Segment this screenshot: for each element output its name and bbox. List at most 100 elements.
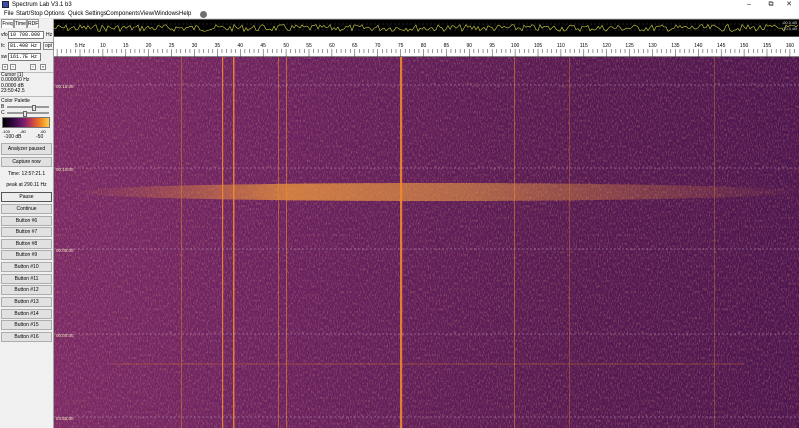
tab-time[interactable]: Time xyxy=(14,19,27,28)
scale-tick-label: 85 xyxy=(444,43,450,49)
scale-tick-label: 10 xyxy=(100,43,106,49)
scale-tick-label: 45 xyxy=(260,43,266,49)
minimize-button[interactable]: – xyxy=(738,0,760,10)
signal-line xyxy=(514,57,515,428)
scale-tick-label: 95 xyxy=(489,43,495,49)
cursor-time: 23:50:42.5 xyxy=(1,88,25,95)
color-palette-bar[interactable] xyxy=(2,117,50,128)
menu-quick-settings[interactable]: Quick Settings xyxy=(68,10,107,19)
button-12[interactable]: Button #12 xyxy=(1,285,52,295)
scale-tick-label: 140 xyxy=(694,43,703,49)
menu-view-windows[interactable]: View/Windows xyxy=(140,10,179,19)
waterfall-noise xyxy=(54,57,799,428)
vfo-label: vfo xyxy=(1,32,8,38)
close-button[interactable]: ✕ xyxy=(778,0,799,10)
fc-label: fc xyxy=(1,43,5,49)
scale-tick-label: 130 xyxy=(648,43,657,49)
vfo-unit: Hz xyxy=(46,32,53,38)
scale-tick-label: 60 xyxy=(329,43,335,49)
button-10[interactable]: Button #10 xyxy=(1,262,52,272)
scale-tick-label: 80 xyxy=(421,43,427,49)
menu-options[interactable]: Options xyxy=(44,10,65,19)
menu-start-stop[interactable]: Start/Stop xyxy=(16,10,43,19)
vfo-field[interactable]: 10 700.000 xyxy=(8,31,44,39)
time-label: 00:00:00 xyxy=(56,333,74,338)
contrast-label: C xyxy=(1,110,5,116)
frequency-scale[interactable]: 5 Hz 10 15 20 25 30 35 40 45 50 55 60 65 70 75 80 85 90 95… xyxy=(54,37,799,57)
scale-tick-label: 40 xyxy=(238,43,244,49)
title-bar: Spectrum Lab V3.1 b3 – ⧉ ✕ xyxy=(0,0,799,10)
spectrum-trace-area xyxy=(54,23,799,33)
button-15[interactable]: Button #15 xyxy=(1,320,52,330)
control-panel: Freq Time RDF vfo 10 700.000 Hz fc 81.40… xyxy=(0,19,54,428)
step-right-button[interactable]: › xyxy=(30,64,36,70)
signal-line xyxy=(400,57,403,428)
scale-tick-label: 125 xyxy=(625,43,634,49)
waterfall-display[interactable]: 00:15:00 00:10:00 00:05:00 00:00:00 23:55:00 xyxy=(54,57,799,428)
spectrum-db-top: -60.0 dB xyxy=(781,20,797,25)
scale-tick-label: 100 xyxy=(511,43,520,49)
signal-line xyxy=(222,57,224,428)
brightness-track[interactable] xyxy=(7,105,49,111)
tab-rdf[interactable]: RDF xyxy=(27,19,39,28)
contrast-slider[interactable]: C xyxy=(1,110,52,117)
scale-tick-label: 20 xyxy=(146,43,152,49)
sw-field[interactable]: 161.7E Hz xyxy=(8,53,41,61)
analyzer-status-button[interactable]: Analyzer paused xyxy=(1,143,52,155)
jump-left-button[interactable]: « xyxy=(2,64,8,70)
cursor-info: Cursor [1] 0.000000 Hz 0.0000 dB 23:50:4… xyxy=(1,72,53,95)
signal-band xyxy=(74,183,794,201)
scale-tick-label: 25 xyxy=(169,43,175,49)
continue-button[interactable]: Continue xyxy=(1,204,52,214)
scale-tick-label: 120 xyxy=(603,43,612,49)
sw-label: sw xyxy=(1,54,8,60)
button-8[interactable]: Button #8 xyxy=(1,239,52,249)
palette-max-label: -50 xyxy=(36,134,44,140)
scale-tick-label: 30 xyxy=(192,43,198,49)
scale-tick-label: 15 xyxy=(123,43,129,49)
signal-line xyxy=(278,57,279,428)
scale-tick-label: 145 xyxy=(717,43,726,49)
button-7[interactable]: Button #7 xyxy=(1,227,52,237)
scale-tick-label: 115 xyxy=(580,43,588,49)
signal-line xyxy=(233,57,235,428)
time-label: 00:15:00 xyxy=(56,84,74,89)
spectrum-graph[interactable]: -60.0 dB -70.0 dB xyxy=(54,19,799,37)
scale-tick-label: 70 xyxy=(375,43,381,49)
time-label: 00:05:00 xyxy=(56,248,74,253)
scale-tick-label: 5 Hz xyxy=(75,43,86,49)
button-13[interactable]: Button #13 xyxy=(1,297,52,307)
scale-tick-label: 150 xyxy=(740,43,749,49)
scale-tick-label: 105 xyxy=(534,43,543,49)
scale-tick-label: 155 xyxy=(763,43,772,49)
menu-file[interactable]: File xyxy=(4,10,14,19)
status-indicator-icon xyxy=(200,11,207,18)
signal-line xyxy=(181,57,182,428)
scale-tick-label: 75 xyxy=(398,43,404,49)
spectrum-trace xyxy=(54,23,799,33)
button-9[interactable]: Button #9 xyxy=(1,250,52,260)
button-11[interactable]: Button #11 xyxy=(1,274,52,284)
capture-now-button[interactable]: Capture now xyxy=(1,157,52,167)
button-14[interactable]: Button #14 xyxy=(1,309,52,319)
scale-tick-label: 65 xyxy=(352,43,358,49)
frequency-scale-ticks: 5 Hz 10 15 20 25 30 35 40 45 50 55 60 65 70 75 80 85 90 95… xyxy=(56,43,795,57)
button-6[interactable]: Button #6 xyxy=(1,216,52,226)
fc-options-button[interactable]: opt xyxy=(43,42,54,50)
menu-help[interactable]: Help xyxy=(179,10,191,19)
button-16[interactable]: Button #16 xyxy=(1,332,52,342)
vfo-row: vfo 10 700.000 Hz xyxy=(1,31,53,39)
scale-tick-label: 55 xyxy=(306,43,312,49)
pause-button[interactable]: Pause xyxy=(1,192,52,202)
menu-components[interactable]: Components xyxy=(106,10,140,19)
fc-field[interactable]: 81.408 Hz xyxy=(8,42,41,50)
fc-row: fc 81.408 Hz opt xyxy=(1,42,54,50)
spectrum-db-bottom: -70.0 dB xyxy=(781,26,797,31)
step-left-button[interactable]: ‹ xyxy=(10,64,16,70)
sw-row: sw 161.7E Hz xyxy=(1,53,53,61)
scale-tick-label: 135 xyxy=(671,43,680,49)
contrast-track[interactable] xyxy=(7,111,49,117)
jump-right-button[interactable]: » xyxy=(40,64,46,70)
tab-freq[interactable]: Freq xyxy=(1,19,14,28)
app-icon xyxy=(2,1,9,8)
